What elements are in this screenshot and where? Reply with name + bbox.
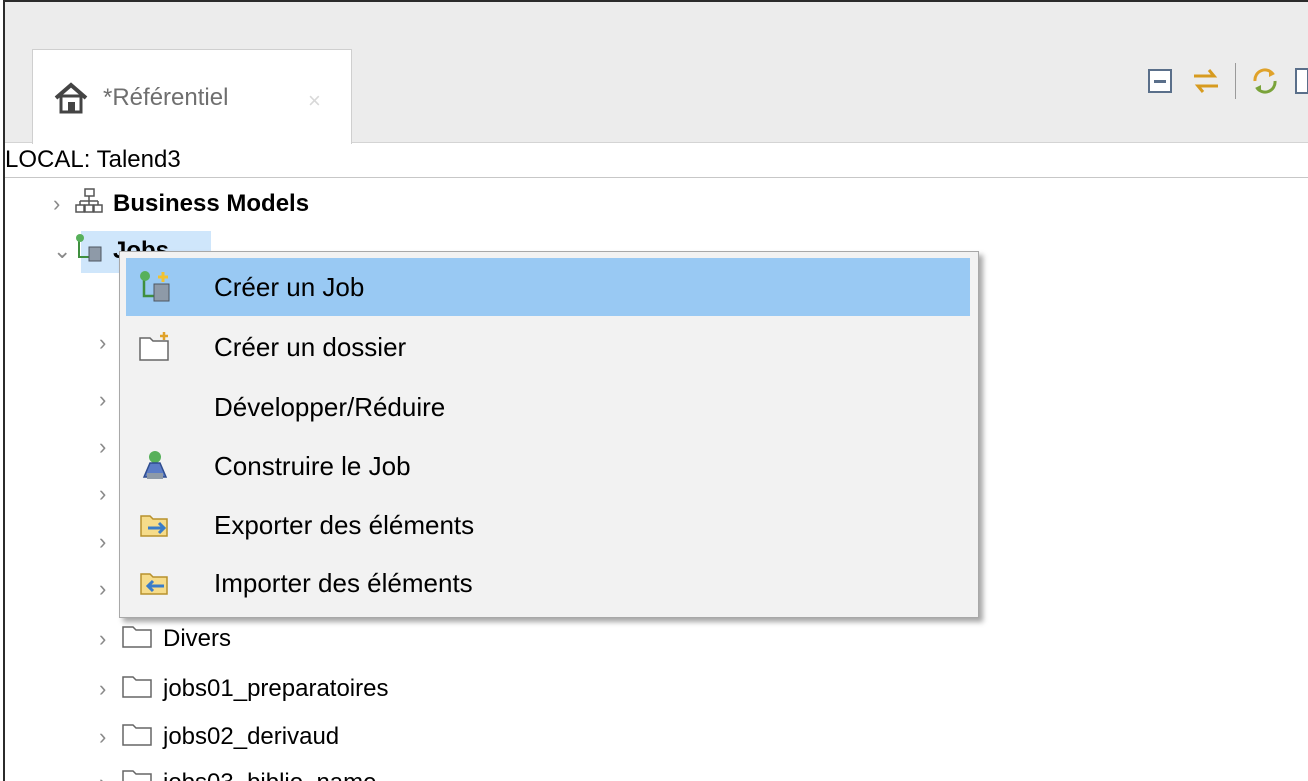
tree-chevron-hidden-6: › [99,569,121,609]
import-items-icon [138,566,172,600]
menu-item-label: Créer un dossier [214,331,407,362]
menu-item-expand-collapse[interactable]: Développer/Réduire [126,378,970,436]
chevron-right-icon[interactable]: › [99,576,121,602]
menu-item-create-job[interactable]: Créer un Job [126,258,970,316]
folder-icon [121,767,153,781]
collapse-all-icon[interactable] [1143,64,1177,98]
chevron-right-icon[interactable]: › [99,770,121,781]
menu-item-label: Construire le Job [214,450,411,481]
tree-item-label: Divers [163,625,232,652]
menu-item-export-items[interactable]: Exporter des éléments [126,496,970,554]
chevron-right-icon[interactable]: › [99,434,121,460]
context-menu: Créer un Job Créer un dossier Développer… [119,251,979,618]
chevron-right-icon[interactable]: › [99,387,121,413]
close-icon[interactable]: × [308,88,321,114]
tree-item-folder[interactable]: › jobs03_biblio_name [99,763,377,781]
tree-chevron-hidden-3: › [99,427,121,467]
chevron-right-icon[interactable]: › [99,529,121,555]
home-icon [53,82,89,119]
tree-item-folder[interactable]: › Divers [99,619,231,659]
tree-item-folder[interactable]: › jobs02_derivaud [99,717,339,757]
folder-icon [121,623,153,656]
tree-item-label: Business Models [113,190,310,217]
chevron-right-icon[interactable]: › [99,626,121,652]
jobs-icon [75,233,103,270]
menu-item-label: Créer un Job [214,271,365,302]
link-with-editor-icon[interactable] [1189,64,1223,98]
chevron-right-icon[interactable]: › [99,481,121,507]
project-label: LOCAL: Talend3 [5,146,181,173]
create-job-icon [138,270,172,304]
repository-view: *Référentiel × LOCAL: Talend3 › Business… [3,0,1308,781]
tree-item-label: jobs02_derivaud [163,723,340,750]
menu-item-import-items[interactable]: Importer des éléments [126,554,970,612]
chevron-right-icon[interactable]: › [99,724,121,750]
tree-chevron-hidden-1: › [99,323,121,363]
create-folder-icon [138,330,172,364]
business-models-icon [75,187,103,222]
menu-item-label: Exporter des éléments [214,509,475,540]
tree-item-label: jobs03_biblio_name [163,769,377,781]
chevron-right-icon[interactable]: › [99,330,121,356]
folder-icon [121,673,153,706]
export-items-icon [138,508,172,542]
chevron-right-icon[interactable]: › [53,191,75,217]
view-toolbar [1143,56,1308,106]
tree-item-business-models[interactable]: › Business Models [53,184,309,224]
tree-chevron-hidden-5: › [99,522,121,562]
tab-bar: *Référentiel × [5,2,1308,144]
tree-chevron-hidden-2: › [99,380,121,420]
folder-icon [121,721,153,754]
refresh-icon[interactable] [1248,64,1282,98]
tab-referentiel[interactable]: *Référentiel × [32,49,352,144]
divider [5,177,1308,178]
menu-item-create-folder[interactable]: Créer un dossier [126,318,970,376]
menu-item-label: Développer/Réduire [214,391,446,422]
tab-title: *Référentiel [103,84,229,111]
menu-item-build-job[interactable]: Construire le Job [126,437,970,495]
menu-item-label: Importer des éléments [214,567,473,598]
view-menu-icon[interactable] [1294,64,1308,98]
tree-chevron-hidden-4: › [99,474,121,514]
chevron-right-icon[interactable]: › [99,676,121,702]
tree-item-label: jobs01_preparatoires [163,675,389,702]
toolbar-separator [1235,63,1236,99]
build-job-icon [138,449,172,483]
chevron-down-icon[interactable]: ⌄ [53,238,75,264]
tree-item-folder[interactable]: › jobs01_preparatoires [99,669,388,709]
